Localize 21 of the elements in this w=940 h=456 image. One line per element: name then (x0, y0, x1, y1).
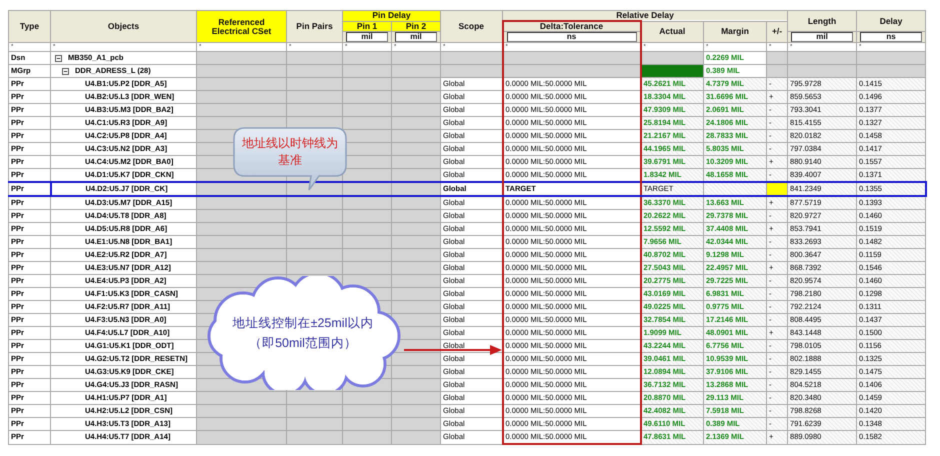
callout-tooltip: 地址线以时钟线为基准 (233, 127, 347, 191)
column-header: Length (788, 10, 857, 32)
collapse-icon[interactable] (55, 54, 62, 62)
column-header: Scope (440, 10, 502, 42)
unit-field[interactable]: mil (791, 32, 854, 42)
column-header: Type (8, 10, 50, 42)
column-header: Delay (856, 10, 926, 32)
group-header: Relative Delay (502, 10, 788, 21)
column-header: Delta:Tolerance (502, 21, 640, 32)
column-header: Referenced Electrical CSet (196, 10, 286, 42)
column-header: Actual (640, 21, 704, 42)
unit-field[interactable]: mil (395, 32, 437, 42)
group-header: Pin Delay (342, 10, 440, 21)
collapse-icon[interactable] (62, 68, 69, 74)
column-header: Objects (50, 10, 196, 42)
column-header: +/- (766, 21, 788, 42)
unit-field[interactable]: ns (860, 32, 922, 42)
column-header: Pin Pairs (286, 10, 342, 42)
unit-field[interactable]: ns (506, 32, 636, 42)
column-header: Margin (704, 21, 766, 42)
unit-field[interactable]: mil (346, 32, 388, 42)
